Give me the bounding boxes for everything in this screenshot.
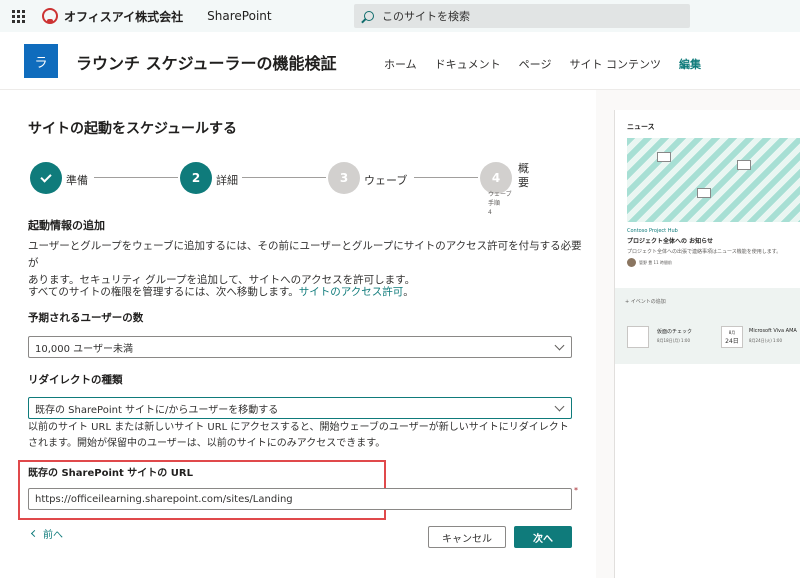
event-date: 8月24日(火) 1:00 [749,338,783,343]
page-preview: ニュース Contoso Project Hub プロジェクト全体への お知らせ… [614,110,800,578]
site-header: ラ ラウンチ スケジューラーの機能検証 ホーム ドキュメント ページ サイト コ… [0,32,800,90]
chevron-down-icon [554,401,565,412]
site-permissions-link[interactable]: サイトのアクセス許可 [299,286,403,298]
image-figure [657,152,671,162]
site-title[interactable]: ラウンチ スケジューラーの機能検証 [76,50,336,74]
help-line: 以前のサイト URL または新しいサイト URL にアクセスすると、開始ウェーブ… [28,422,569,433]
redirect-help-text: 以前のサイト URL または新しいサイト URL にアクセスすると、開始ウェーブ… [28,420,584,452]
permissions-text: すべてのサイトの権限を管理するには、次へ移動します。サイトのアクセス許可。 [28,284,584,301]
step-connector [242,177,326,178]
step-3-pending[interactable]: 3 [328,162,360,194]
url-value: https://officeilearning.sharepoint.com/s… [35,493,293,505]
help-line: されます。開始が保留中のユーザーは、以前のサイトにのみアクセスできます。 [28,438,386,449]
expected-users-value: 10,000 ユーザー未満 [35,343,133,355]
suite-bar: オフィスアイ株式会社 SharePoint このサイトを検索 [0,0,800,32]
description-line: ユーザーとグループをウェーブに追加するには、その前にユーザーとグループにサイトの… [28,240,582,269]
search-placeholder: このサイトを検索 [382,10,470,23]
back-label: 前へ [43,530,63,541]
step-connector [94,177,178,178]
org-logo-icon[interactable] [42,8,58,24]
news-label: ニュース [627,123,655,131]
step-2-label: 詳細 [216,174,238,187]
nav-edit[interactable]: 編集 [679,56,701,72]
event-title[interactable]: 仮面のチェック [657,328,692,335]
next-button[interactable]: 次へ [514,526,572,548]
required-indicator: * [574,486,578,495]
step-3-label: ウェーブ [364,174,408,187]
step-connector [414,177,478,178]
nav-pages[interactable]: ページ [519,56,552,72]
url-label: 既存の SharePoint サイトの URL [28,468,193,479]
calendar-date-badge: 8月 24日 [721,326,743,348]
check-icon [40,170,52,183]
panel-title: サイトの起動をスケジュールする [28,121,238,137]
step-1-label: 準備 [66,174,88,187]
users-label: 予期されるユーザーの数 [28,312,144,324]
event-day: 24日 [725,337,739,345]
news-image[interactable] [627,138,800,222]
cancel-button[interactable]: キャンセル [428,526,506,548]
step-4-label: 概要 [518,162,529,189]
description-text: ユーザーとグループをウェーブに追加するには、その前にユーザーとグループにサイトの… [28,238,584,289]
site-logo[interactable]: ラ [24,44,58,78]
nav-home[interactable]: ホーム [384,56,417,72]
add-event-link[interactable]: + イベントの追加 [625,298,666,305]
news-headline[interactable]: プロジェクト全体への お知らせ [627,236,713,245]
chevron-down-icon [554,340,565,351]
top-nav: ホーム ドキュメント ページ サイト コンテンツ 編集 [384,56,719,72]
redirect-label: リダイレクトの種類 [28,374,123,386]
news-author: 管野 豊 11 時間前 [639,260,672,265]
avatar [627,258,636,267]
search-box[interactable]: このサイトを検索 [354,4,690,28]
step-4-sublabel: ウェーブ 手順 4 [488,191,512,216]
permissions-suffix: 。 [403,286,414,298]
redirect-type-value: 既存の SharePoint サイトに/からユーザーを移動する [35,404,279,416]
event-date: 8月18日(月) 1:00 [657,338,691,343]
chevron-left-icon [30,529,39,538]
schedule-launch-panel: サイトの起動をスケジュールする 準備 2 詳細 3 ウェーブ 4 概要 ウェーブ… [0,90,596,578]
org-name[interactable]: オフィスアイ株式会社 [64,8,183,25]
image-figure [737,160,751,170]
stepper: 準備 2 詳細 3 ウェーブ 4 概要 ウェーブ 手順 4 [28,160,568,216]
permissions-prefix: すべてのサイトの権限を管理するには、次へ移動します。 [28,286,299,298]
section-title: 起動情報の追加 [28,219,105,232]
existing-site-url-input[interactable]: https://officeilearning.sharepoint.com/s… [28,488,572,510]
nav-documents[interactable]: ドキュメント [435,56,501,72]
step-1-complete[interactable] [30,162,62,194]
app-name[interactable]: SharePoint [207,9,271,23]
expected-users-dropdown[interactable]: 10,000 ユーザー未満 [28,336,572,358]
event-title[interactable]: Microsoft Viva AMA [749,328,797,334]
redirect-type-dropdown[interactable]: 既存の SharePoint サイトに/からユーザーを移動する [28,397,572,419]
back-button[interactable]: 前へ [30,526,63,541]
image-figure [697,188,711,198]
nav-site-contents[interactable]: サイト コンテンツ [569,56,661,72]
calendar-icon [627,326,649,348]
step-2-current[interactable]: 2 [180,162,212,194]
search-icon [364,11,374,21]
app-launcher-icon[interactable] [0,0,36,32]
news-kicker: Contoso Project Hub [627,228,678,234]
news-description: プロジェクト全体への出張で連絡事項はニュース機能を使用します。 [627,249,782,255]
events-section: + イベントの追加 仮面のチェック 8月18日(月) 1:00 8月 24日 M… [615,288,800,364]
